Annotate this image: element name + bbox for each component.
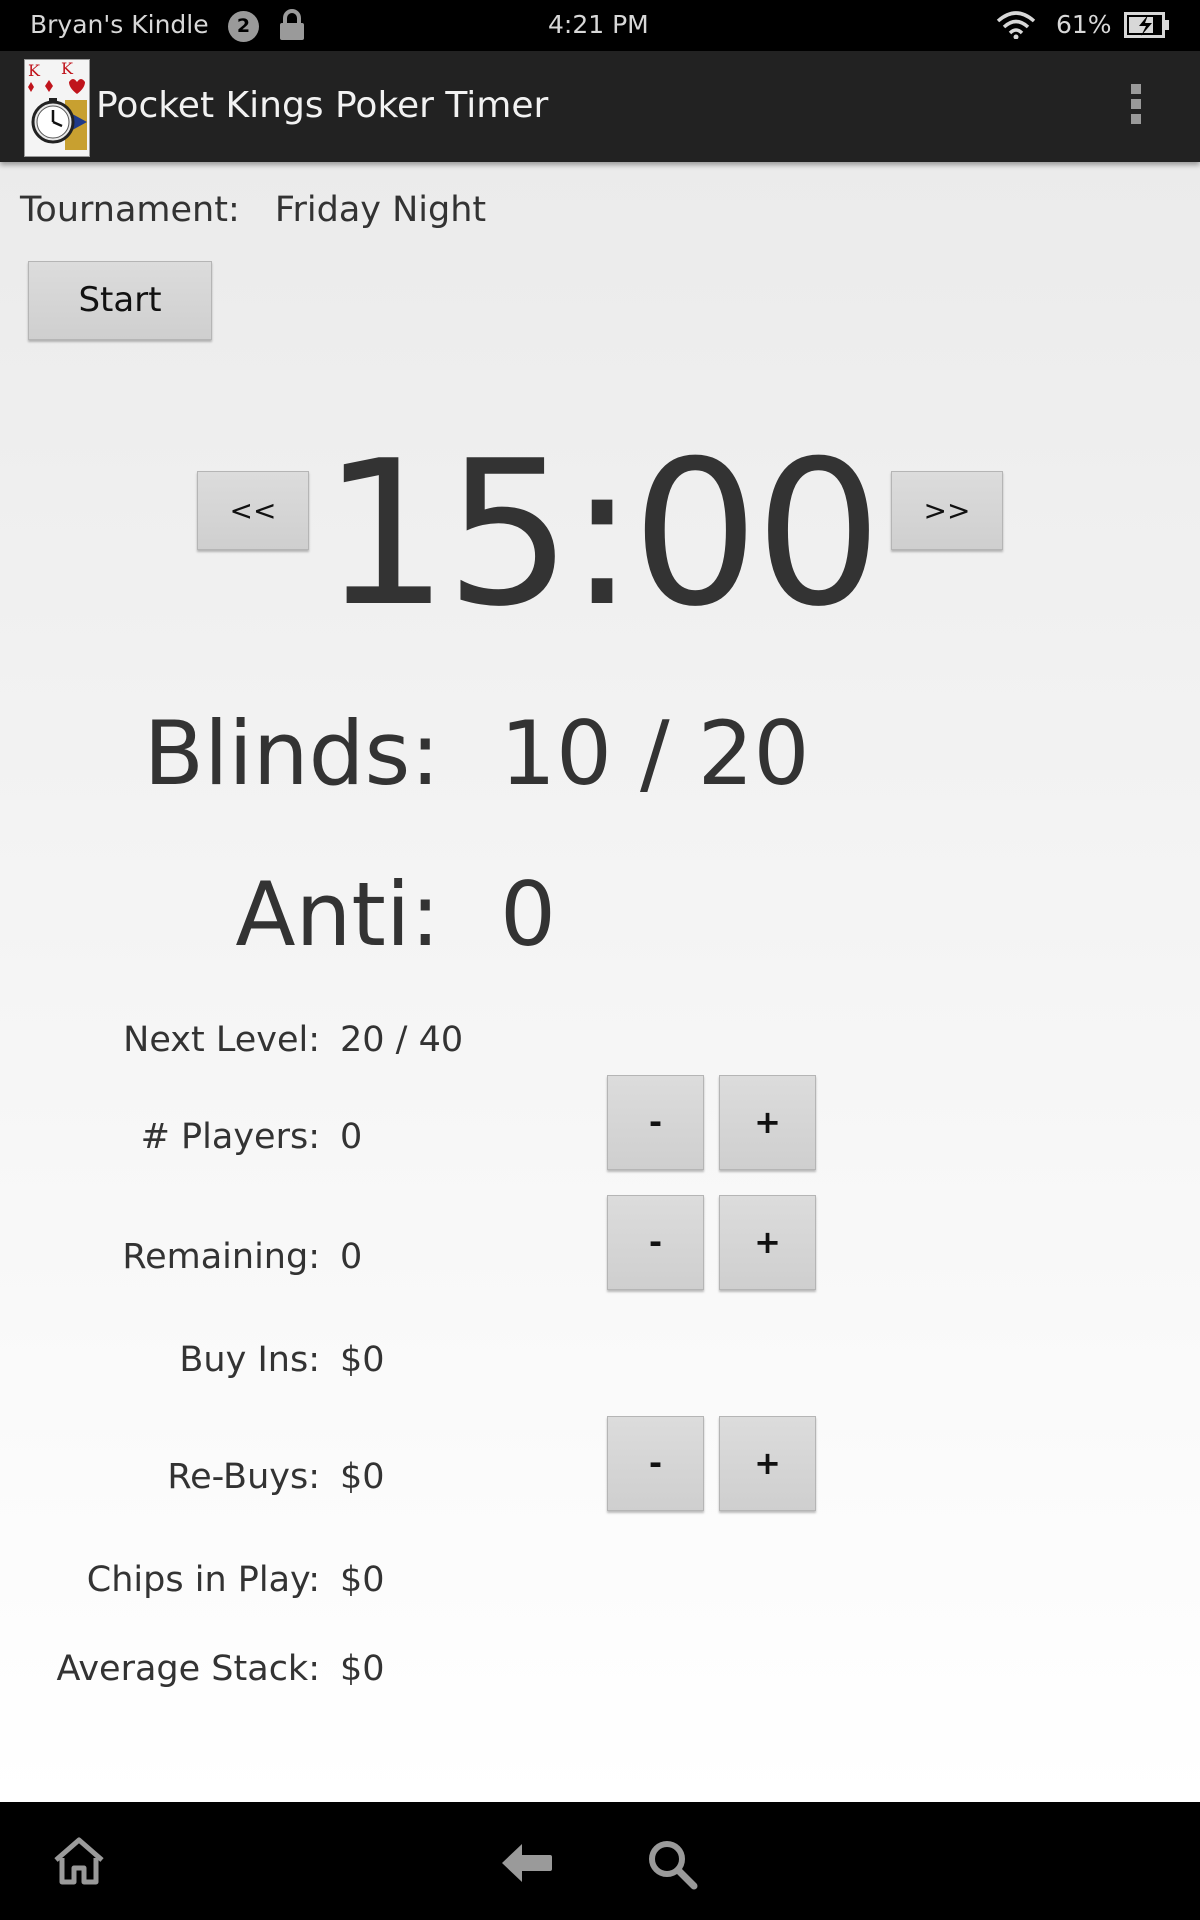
status-bar: Bryan's Kindle 2 4:21 PM 61% [0,0,1200,51]
navigation-bar [0,1802,1200,1920]
battery-charging-icon [1124,12,1169,38]
back-icon[interactable] [500,1842,554,1884]
re-buys-value: $0 [340,1457,385,1497]
average-stack-label: Average Stack: [56,1649,320,1689]
players-value: 0 [340,1117,363,1157]
re-buys-decrement-button[interactable]: - [607,1416,704,1511]
players-decrement-button[interactable]: - [607,1075,704,1170]
device-name: Bryan's Kindle [30,10,209,39]
lock-icon [280,9,304,40]
chips-in-play-label: Chips in Play: [86,1560,320,1600]
blinds-value: 10 / 20 [500,702,810,805]
action-bar: K K Pocket Kings Poker Timer [0,51,1200,162]
timer-screen: Tournament: Friday Night Start << 15:00 … [0,162,1200,1802]
wifi-icon [996,11,1036,39]
start-button[interactable]: Start [28,261,212,340]
svg-text:K: K [61,59,74,78]
tournament-name: Friday Night [274,190,487,230]
next-level-value: 20 / 40 [340,1020,464,1060]
re-buys-increment-button[interactable]: + [719,1416,816,1511]
previous-level-button[interactable]: << [197,471,309,550]
overflow-menu-icon[interactable] [1124,81,1148,129]
anti-value: 0 [500,863,556,966]
next-level-button[interactable]: >> [891,471,1003,550]
buy-ins-value: $0 [340,1340,385,1380]
remaining-decrement-button[interactable]: - [607,1195,704,1290]
search-icon[interactable] [646,1838,698,1890]
king-cards-clock-icon: K K [24,59,90,157]
tournament-row: Tournament: Friday Night [20,190,486,230]
re-buys-label: Re-Buys: [167,1457,320,1497]
players-increment-button[interactable]: + [719,1075,816,1170]
next-level-label: Next Level: [123,1020,320,1060]
remaining-increment-button[interactable]: + [719,1195,816,1290]
remaining-value: 0 [340,1237,363,1277]
players-label: # Players: [140,1117,320,1157]
battery-percent: 61% [1056,10,1112,39]
chips-in-play-value: $0 [340,1560,385,1600]
average-stack-value: $0 [340,1649,385,1689]
countdown-timer: 15:00 [321,418,882,651]
app-title: Pocket Kings Poker Timer [96,85,549,126]
notification-badge[interactable]: 2 [228,11,259,42]
svg-text:K: K [28,61,41,80]
anti-label: Anti: [235,863,440,966]
clock: 4:21 PM [548,10,649,39]
blinds-label: Blinds: [143,702,440,805]
remaining-label: Remaining: [122,1237,320,1277]
tournament-label: Tournament: [20,190,240,230]
buy-ins-label: Buy Ins: [179,1340,320,1380]
home-icon[interactable] [52,1836,106,1886]
